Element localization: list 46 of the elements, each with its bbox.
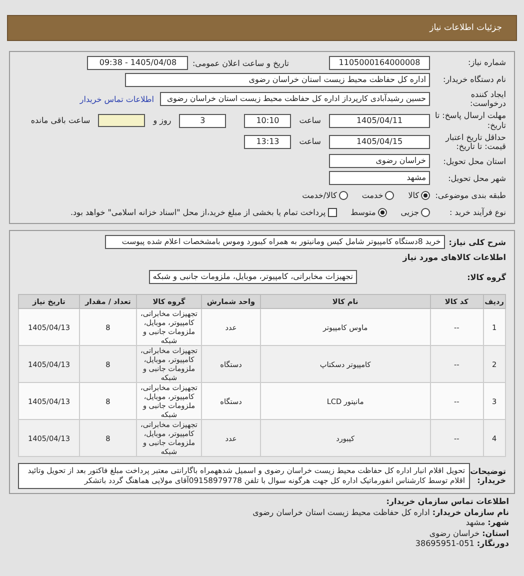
contact-value: 051-38695951 [415,539,474,548]
field-label: ایجاد کننده درخواست: [469,90,506,108]
category-radio[interactable]: کالا/خدمت [302,190,348,200]
field-label: نوع فرآیند خرید : [448,208,506,217]
deadline-time-field: 10:10 [244,114,292,128]
buyer-contact-link[interactable]: اطلاعات تماس خریدار [80,94,154,104]
process-radio[interactable]: جزیی [400,208,430,217]
field-label: طبقه بندی موضوعی: [434,190,506,200]
page-title: جزئیات اطلاعات نیاز [430,23,502,33]
contact-value: خراسان رضوی [429,528,480,538]
field-label: شهر محل تحویل: [447,174,506,183]
treasury-checkbox[interactable]: پرداخت تمام یا بخشی از مبلغ خرید،از محل "اسناد خزانه اسلامی" خواهد بود. [70,208,337,217]
deadline-date-field: 1405/04/11 [329,114,430,128]
days-field: 3 [179,114,226,128]
contact-label: نام سازمان خریدار: [432,508,509,517]
field-label: استان محل تحویل: [442,156,506,166]
province-field: خراسان رضوی [329,154,430,168]
field-label: شماره نیاز: [467,58,506,68]
buyer-org-field: اداره کل حفاظت محیط زیست استان خراسان رضوی [125,73,430,87]
contact-heading: اطلاعات تماس سازمان خریدار: [385,497,509,508]
goods-group-field: تجهیزات مخابراتی، کامپیوتر، موبایل، ملزومات جانبی و شبکه [148,270,357,284]
field-label: روز و [153,116,172,126]
field-label: تاریخ و ساعت اعلان عمومی: [192,58,289,68]
field-label: شرح کلی نیاز: [448,238,506,247]
contact-label: دورنگار: [476,539,509,548]
field-label: گروه کالا: [466,272,506,282]
need-number-field: 1105000164000008 [329,56,430,70]
category-radio[interactable]: خدمت [362,190,394,200]
field-label: حداقل تاریخ اعتبار قیمت: تا تاریخ: [444,132,506,152]
section-heading: اطلاعات کالاهای مورد نیاز [401,253,506,262]
contact-label: شهر: [488,518,509,528]
field-label: نام دستگاه خریدار: [442,75,506,85]
field-label: ساعت باقی مانده [30,116,90,126]
contact-value: اداره کل حفاظت محیط زیست استان خراسان رضوی [252,508,430,517]
field-label: ساعت [299,116,321,126]
field-label: مهلت ارسال پاسخ: تا تاریخ: [434,111,506,130]
category-radio[interactable]: کالا [408,190,430,200]
validity-time-field: 13:13 [244,134,292,149]
validity-date-field: 1405/04/15 [329,134,430,149]
announce-date-field: 1405/04/08 - 09:38 [87,56,188,70]
contact-value: مشهد [466,518,486,528]
field-label: ساعت [299,137,321,146]
process-radio[interactable]: متوسط [350,208,387,217]
contact-label: استان: [482,528,509,538]
city-field: مشهد [329,171,430,186]
remaining-time-field [98,114,146,128]
